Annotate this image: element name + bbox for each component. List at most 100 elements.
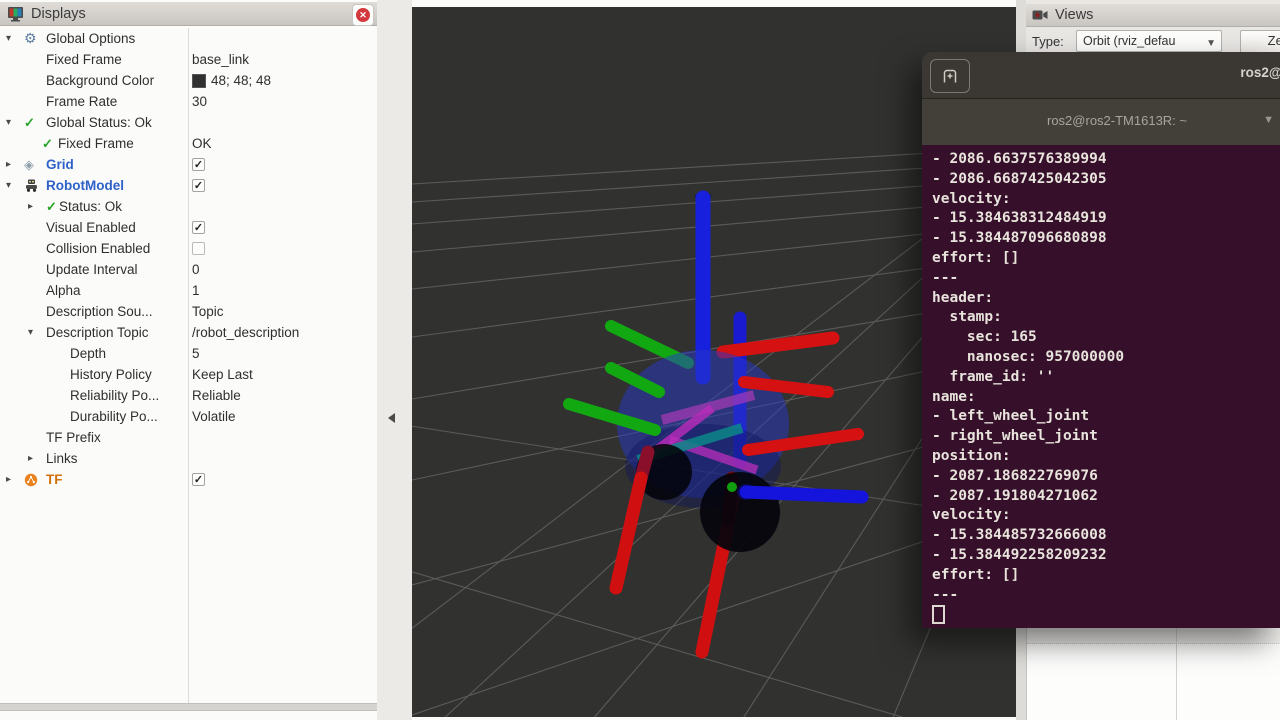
rviz-window: Displays ✕ ▾⚙Global OptionsFixed Frameba…: [0, 0, 1280, 720]
property-label: Visual Enabled: [46, 220, 136, 235]
expander-closed-icon[interactable]: ▸: [6, 474, 24, 485]
property-value[interactable]: Reliable: [192, 385, 241, 406]
property-label: Update Interval: [46, 262, 138, 277]
tree-row[interactable]: ▸Links: [0, 448, 377, 469]
view-type-combobox[interactable]: Orbit (rviz_defau ▼: [1076, 30, 1222, 52]
property-label: Background Color: [46, 73, 154, 88]
tree-row[interactable]: ▸✓Status: Ok: [0, 196, 377, 217]
tree-row[interactable]: ✓Fixed FrameOK: [0, 133, 377, 154]
checkbox-checked[interactable]: ✓: [192, 158, 205, 171]
tree-row[interactable]: Background Color 48; 48; 48: [0, 70, 377, 91]
property-value[interactable]: Topic: [192, 301, 224, 322]
tree-row[interactable]: ▾Description Topic/robot_description: [0, 322, 377, 343]
robot-model: [569, 193, 862, 653]
tree-row[interactable]: Update Interval 0: [0, 259, 377, 280]
property-value[interactable]: 48; 48; 48: [192, 70, 271, 91]
value-text: Reliable: [192, 388, 241, 403]
property-label: Frame Rate: [46, 94, 117, 109]
tree-row[interactable]: ▾✓Global Status: Ok: [0, 112, 377, 133]
expander-closed-icon[interactable]: ▸: [28, 453, 46, 464]
expander-closed-icon[interactable]: ▸: [6, 159, 24, 170]
type-label: Type:: [1032, 34, 1064, 49]
new-tab-button[interactable]: [930, 59, 970, 93]
property-label: Fixed Frame: [46, 52, 122, 67]
color-swatch: [192, 74, 206, 88]
value-text: 0: [192, 262, 200, 277]
value-text: Topic: [192, 304, 224, 319]
tree-row[interactable]: Alpha1: [0, 280, 377, 301]
checkbox-checked[interactable]: ✓: [192, 179, 205, 192]
tree-row[interactable]: Reliability Po...Reliable: [0, 385, 377, 406]
gear-icon: ⚙: [24, 30, 46, 47]
property-label: Durability Po...: [70, 409, 158, 424]
toolbar-bottom-edge: [412, 0, 1016, 7]
tree-row[interactable]: Collision Enabled✓: [0, 238, 377, 259]
panel-collapse-handle[interactable]: [388, 413, 395, 423]
tree-row[interactable]: ▸◈Grid✓: [0, 154, 377, 175]
expander-open-icon[interactable]: ▾: [6, 117, 24, 128]
property-label: Status: Ok: [59, 199, 122, 214]
views-panel-title: Views: [1055, 7, 1093, 23]
value-text: OK: [192, 136, 212, 151]
tree-row[interactable]: ▾RobotModel✓: [0, 175, 377, 196]
terminal-titlebar[interactable]: ros2@: [922, 52, 1280, 99]
property-label: Global Options: [46, 31, 135, 46]
property-value[interactable]: 30: [192, 91, 207, 112]
tree-row[interactable]: ▾⚙Global Options: [0, 28, 377, 49]
property-label: Description Topic: [46, 325, 149, 340]
property-value[interactable]: 0: [192, 259, 200, 280]
terminal-window[interactable]: ros2@ ros2@ros2-TM1613R: ~ ▼ - 2086.6637…: [922, 52, 1280, 628]
tree-row[interactable]: Durability Po... Volatile: [0, 406, 377, 427]
horizontal-splitter[interactable]: [0, 703, 412, 711]
displays-property-tree: ▾⚙Global OptionsFixed Framebase_linkBack…: [0, 28, 377, 703]
check-icon: ✓: [46, 199, 59, 215]
expander-open-icon[interactable]: ▾: [6, 33, 24, 44]
view-type-value: Orbit (rviz_defau: [1083, 34, 1175, 48]
terminal-tab-title[interactable]: ros2@ros2-TM1613R: ~: [1027, 113, 1207, 128]
property-value[interactable]: ✓: [192, 154, 205, 175]
property-value[interactable]: base_link: [192, 49, 249, 70]
checkbox-checked[interactable]: ✓: [192, 473, 205, 486]
property-value[interactable]: Keep Last: [192, 364, 253, 385]
tree-row[interactable]: Fixed Frame base_link: [0, 49, 377, 70]
checkbox-checked[interactable]: ✓: [192, 221, 205, 234]
displays-panel-titlebar[interactable]: Displays ✕: [0, 2, 377, 26]
tree-row[interactable]: Depth5: [0, 343, 377, 364]
checkbox-unchecked[interactable]: ✓: [192, 242, 205, 255]
views-panel-titlebar[interactable]: Views: [1026, 4, 1280, 27]
property-value[interactable]: ✓: [192, 217, 205, 238]
tree-row[interactable]: Description Sou...Topic: [0, 301, 377, 322]
grid-icon: ◈: [24, 157, 46, 173]
property-label: Global Status: Ok: [46, 115, 152, 130]
view-type-row: Type: Orbit (rviz_defau ▼ Zero: [1026, 30, 1280, 54]
property-value[interactable]: Volatile: [192, 406, 236, 427]
tree-row[interactable]: Frame Rate 30: [0, 91, 377, 112]
close-displays-button[interactable]: ✕: [352, 4, 374, 26]
tab-list-caret-icon[interactable]: ▼: [1263, 114, 1274, 126]
terminal-content[interactable]: - 2086.6637576389994 - 2086.668742504230…: [922, 145, 1280, 628]
tree-row[interactable]: TF Prefix: [0, 427, 377, 448]
property-value[interactable]: ✓: [192, 238, 205, 259]
expander-open-icon[interactable]: ▾: [28, 327, 46, 338]
property-label: History Policy: [70, 367, 152, 382]
new-tab-icon: [941, 68, 959, 84]
property-value[interactable]: /robot_description: [192, 322, 299, 343]
zero-button[interactable]: Zero: [1240, 30, 1280, 54]
displays-panel: Displays ✕ ▾⚙Global OptionsFixed Frameba…: [0, 0, 378, 720]
expander-closed-icon[interactable]: ▸: [28, 201, 46, 212]
wheel-right: [700, 472, 780, 552]
property-value[interactable]: ✓: [192, 175, 205, 196]
tree-row[interactable]: Visual Enabled ✓: [0, 217, 377, 238]
tree-row[interactable]: History Policy Keep Last: [0, 364, 377, 385]
property-value[interactable]: 5: [192, 343, 200, 364]
expander-open-icon[interactable]: ▾: [6, 180, 24, 191]
property-value[interactable]: 1: [192, 280, 200, 301]
property-value[interactable]: OK: [192, 133, 212, 154]
tree-row[interactable]: ▸TF✓: [0, 469, 377, 490]
panel-gutter: [377, 0, 412, 720]
check-icon: ✓: [24, 115, 46, 131]
views-panel-list-area[interactable]: [1026, 628, 1280, 720]
property-value[interactable]: ✓: [192, 469, 205, 490]
terminal-tab-bar[interactable]: ros2@ros2-TM1613R: ~ ▼: [922, 99, 1280, 145]
tf-axis-x-blue-horizontal: [746, 492, 862, 497]
